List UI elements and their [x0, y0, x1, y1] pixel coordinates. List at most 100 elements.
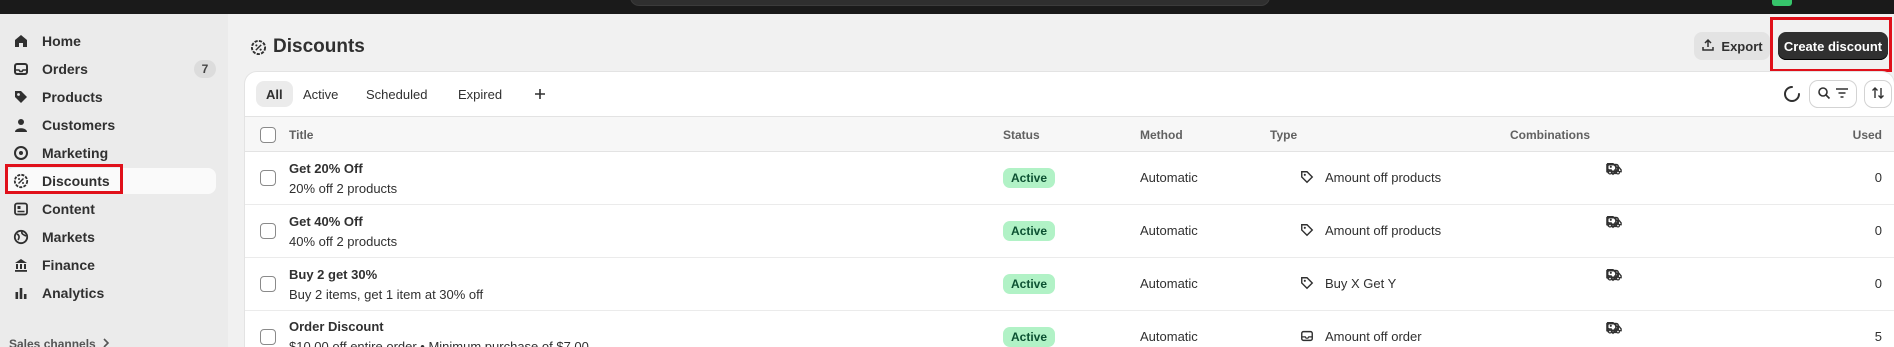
table-row[interactable]: Buy 2 get 30% Buy 2 items, get 1 item at…	[245, 258, 1894, 311]
used-count: 0	[1874, 276, 1882, 291]
column-header-type: Type	[1270, 128, 1298, 142]
discount-title[interactable]: Get 40% Off	[289, 214, 363, 229]
status-badge: Active	[1003, 274, 1056, 294]
sidebar-item-products[interactable]: Products	[6, 84, 216, 110]
global-search-bar[interactable]	[630, 0, 1270, 6]
target-icon	[12, 144, 30, 162]
select-all-checkbox[interactable]	[260, 127, 276, 143]
sidebar-item-discounts[interactable]: Discounts	[6, 168, 216, 194]
loading-spinner-icon	[1782, 81, 1802, 107]
sidebar-item-label: Products	[42, 89, 103, 105]
export-label: Export	[1721, 38, 1763, 54]
tab-active[interactable]: Active	[293, 81, 348, 107]
row-checkbox[interactable]	[260, 223, 276, 239]
discounts-table-card: All Active Scheduled Expired Title Statu…	[245, 72, 1894, 347]
type-text: Amount off products	[1325, 223, 1442, 238]
row-checkbox[interactable]	[260, 170, 276, 186]
row-checkbox[interactable]	[260, 276, 276, 292]
type-text: Buy X Get Y	[1325, 276, 1397, 291]
sidebar-item-label: Customers	[42, 117, 116, 133]
search-filter-button[interactable]	[1810, 81, 1856, 107]
row-checkbox[interactable]	[260, 329, 276, 345]
table-row[interactable]: Order Discount $10.00 off entire order •…	[245, 311, 1894, 347]
type-text: Amount off products	[1325, 170, 1442, 185]
column-header-status: Status	[1003, 128, 1040, 142]
sidebar-item-label: Home	[42, 33, 81, 49]
inbox-icon	[12, 60, 30, 78]
shipping-discount-icon	[1606, 321, 1622, 338]
orders-count-badge: 7	[194, 60, 216, 78]
sales-channels-label: Sales channels	[9, 337, 96, 347]
sidebar-item-analytics[interactable]: Analytics	[6, 280, 216, 306]
page-title: Discounts	[250, 36, 365, 58]
shipping-discount-icon	[1606, 162, 1622, 179]
add-view-button[interactable]	[527, 81, 553, 107]
plus-icon	[534, 84, 546, 105]
store-avatar[interactable]	[1772, 0, 1792, 6]
create-discount-button[interactable]: Create discount	[1778, 32, 1888, 60]
sidebar-item-home[interactable]: Home	[6, 28, 216, 54]
sidebar-item-label: Content	[42, 201, 95, 217]
method-text: Automatic	[1140, 223, 1198, 238]
inbox-icon	[1300, 329, 1314, 346]
bank-icon	[12, 256, 30, 274]
sidebar-item-label: Orders	[42, 61, 88, 77]
person-icon	[12, 116, 30, 134]
discount-summary: 40% off 2 products	[289, 234, 398, 249]
globe-icon	[12, 228, 30, 246]
sidebar-item-finance[interactable]: Finance	[6, 252, 216, 278]
table-row[interactable]: Get 40% Off 40% off 2 products Active Au…	[245, 205, 1894, 258]
method-text: Automatic	[1140, 276, 1198, 291]
tag-icon	[1300, 223, 1314, 240]
home-icon	[12, 32, 30, 50]
used-count: 0	[1874, 223, 1882, 238]
table-row[interactable]: Get 20% Off 20% off 2 products Active Au…	[245, 152, 1894, 205]
tab-expired[interactable]: Expired	[448, 81, 512, 107]
discount-summary: Buy 2 items, get 1 item at 30% off	[289, 287, 484, 302]
content-icon	[12, 200, 30, 218]
discount-title[interactable]: Buy 2 get 30%	[289, 267, 377, 282]
sidebar-item-label: Discounts	[42, 173, 110, 189]
status-badge: Active	[1003, 168, 1056, 188]
method-text: Automatic	[1140, 329, 1198, 344]
table-header: Title Status Method Type Combinations Us…	[245, 116, 1894, 152]
tab-all[interactable]: All	[256, 81, 293, 107]
used-count: 0	[1874, 170, 1882, 185]
search-icon	[1817, 86, 1831, 103]
column-header-method: Method	[1140, 128, 1183, 142]
column-header-used: Used	[1852, 128, 1882, 142]
sidebar-item-markets[interactable]: Markets	[6, 224, 216, 250]
column-header-title: Title	[289, 128, 314, 142]
filter-tabs: All Active Scheduled Expired	[245, 72, 1894, 116]
type-text: Amount off order	[1325, 329, 1422, 344]
discount-icon	[250, 39, 267, 56]
sidebar-item-marketing[interactable]: Marketing	[6, 140, 216, 166]
main-content: Discounts Export Create discount All Act…	[228, 14, 1894, 347]
top-bar	[0, 0, 1894, 14]
discount-title[interactable]: Get 20% Off	[289, 161, 363, 176]
sidebar-item-customers[interactable]: Customers	[6, 112, 216, 138]
discount-title[interactable]: Order Discount	[289, 319, 384, 334]
upload-icon	[1701, 38, 1715, 55]
discount-summary: $10.00 off entire order • Minimum purcha…	[289, 339, 589, 347]
method-text: Automatic	[1140, 170, 1198, 185]
used-count: 5	[1874, 329, 1882, 344]
sidebar-item-label: Marketing	[42, 145, 109, 161]
shipping-discount-icon	[1606, 268, 1622, 285]
sidebar-item-orders[interactable]: Orders 7	[6, 56, 216, 82]
status-badge: Active	[1003, 221, 1056, 241]
sort-arrows-icon	[1871, 86, 1885, 103]
discount-summary: 20% off 2 products	[289, 181, 398, 196]
tab-scheduled[interactable]: Scheduled	[356, 81, 437, 107]
sidebar-item-label: Finance	[42, 257, 95, 273]
sidebar-item-label: Analytics	[42, 285, 105, 301]
status-badge: Active	[1003, 327, 1056, 347]
sidebar-item-label: Markets	[42, 229, 95, 245]
sales-channels-link[interactable]: Sales channels	[9, 337, 110, 347]
sort-button[interactable]	[1865, 81, 1891, 107]
tag-icon	[1300, 170, 1314, 187]
sidebar: Home Orders 7 Products Customers Marketi…	[0, 14, 228, 347]
sidebar-item-content[interactable]: Content	[6, 196, 216, 222]
filter-icon	[1835, 86, 1849, 102]
export-button[interactable]: Export	[1694, 32, 1770, 60]
